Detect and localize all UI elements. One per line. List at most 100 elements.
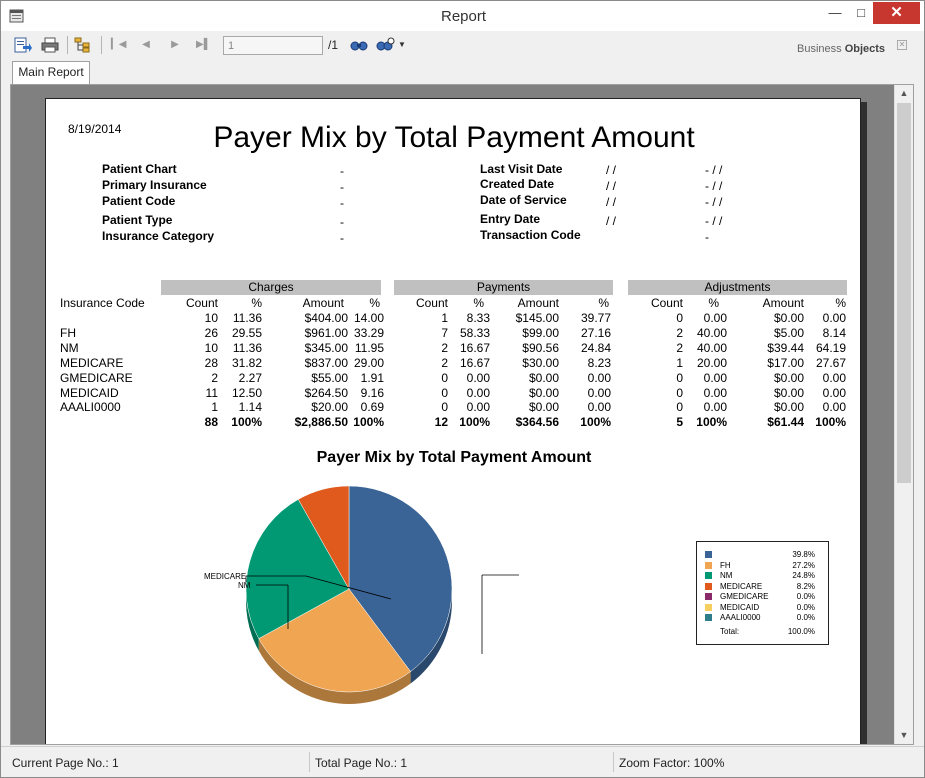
toolbar-separator	[67, 36, 68, 54]
total-cell: 100%	[696, 415, 727, 430]
criteria-value: -	[340, 180, 344, 194]
scroll-up-icon[interactable]: ▲	[895, 85, 913, 102]
table-cell: $145.00	[515, 311, 559, 325]
insurance-code-cell: MEDICARE	[60, 355, 124, 370]
table-cell: 33.29	[353, 325, 384, 340]
pie-callout-label: NM	[238, 581, 251, 590]
criteria-from: / /	[606, 163, 617, 177]
export-icon[interactable]	[12, 36, 32, 54]
table-cell: 0.00	[703, 400, 727, 415]
close-panel-icon[interactable]: ✕	[897, 40, 907, 50]
table-cell: 20.00	[696, 355, 727, 370]
table-cell: 1	[441, 311, 448, 325]
table-cell: 8.33	[466, 311, 490, 325]
total-cell: $364.56	[515, 415, 559, 430]
table-cell: 9.16	[360, 385, 384, 400]
legend-swatch	[705, 603, 712, 611]
criteria-value: -	[340, 196, 344, 210]
pie-callout-label: MEDICARE	[204, 572, 246, 581]
legend-value: 0.0%	[796, 613, 815, 622]
tab-main-report[interactable]: Main Report	[12, 61, 90, 84]
table-cell: 0.00	[466, 400, 490, 415]
table-cell: $0.00	[773, 370, 804, 385]
table-cell: 0.00	[587, 385, 611, 400]
minimize-button[interactable]: —	[821, 2, 849, 24]
table-cell: 10	[204, 311, 218, 325]
table-cell: 0	[676, 311, 683, 325]
table-cell: 2	[441, 340, 448, 355]
insurance-code-cell: AAALI0000	[60, 400, 121, 415]
legend-item: FH 27.2%	[705, 561, 823, 571]
criteria-from: / /	[606, 214, 617, 228]
insurance-code-cell: FH	[60, 325, 76, 340]
legend-swatch	[705, 593, 712, 600]
table-cell: 11	[205, 385, 218, 400]
table-cell: 0.69	[360, 400, 384, 415]
table-cell: $0.00	[773, 385, 804, 400]
table-cell: $39.44	[767, 340, 804, 355]
scroll-thumb[interactable]	[897, 103, 911, 483]
table-cell: 0	[441, 400, 448, 415]
vertical-scrollbar[interactable]: ▲ ▼	[894, 85, 913, 744]
legend-value: 0.0%	[796, 592, 815, 601]
table-cell: 64.19	[815, 340, 846, 355]
table-cell: 0.00	[703, 311, 727, 325]
table-cell: $17.00	[767, 355, 804, 370]
table-cell: 11.36	[232, 311, 262, 325]
zoom-icon[interactable]	[376, 36, 396, 54]
table-cell: 1	[676, 355, 683, 370]
table-cell: 39.77	[580, 311, 611, 325]
adjustments-amount-header: Amount	[762, 296, 804, 310]
table-cell: $404.00	[304, 311, 348, 325]
table-cell: 0	[441, 385, 448, 400]
last-page-icon[interactable]: ▶▌	[196, 37, 211, 53]
zoom-dropdown-chevron-icon[interactable]: ▼	[395, 37, 409, 53]
search-icon[interactable]	[349, 36, 369, 54]
insurance-code-header: Insurance Code	[60, 296, 145, 310]
criteria-value: -	[340, 231, 344, 245]
report-title: Payer Mix by Total Payment Amount	[213, 121, 695, 154]
table-cell: 0.00	[587, 370, 611, 385]
status-bar: Current Page No.: 1 Total Page No.: 1 Zo…	[1, 746, 924, 777]
table-cell: $345.00	[304, 340, 348, 355]
criteria-to: - / /	[705, 195, 723, 209]
table-cell: 26	[204, 325, 218, 340]
window-title: Report	[440, 8, 487, 25]
criteria-to: - / /	[705, 163, 723, 177]
criteria-to: - / /	[705, 214, 723, 228]
status-divider	[309, 752, 310, 772]
total-cell: 100%	[459, 415, 490, 430]
total-cell: 100%	[353, 415, 384, 430]
table-cell: 10	[204, 340, 218, 355]
table-cell: 29.00	[353, 355, 384, 370]
table-cell: 2	[676, 340, 683, 355]
criteria-to: - / /	[705, 179, 723, 193]
legend-label: GMEDICARE	[720, 592, 769, 601]
title-bar: Report — □ ✕	[0, 0, 925, 31]
criteria-label: Patient Type	[102, 213, 173, 227]
report-viewport[interactable]: 8/19/2014 Payer Mix by Total Payment Amo…	[11, 85, 894, 744]
page-number-input[interactable]	[223, 36, 323, 55]
first-page-icon[interactable]: ▎◀	[111, 37, 126, 53]
table-cell: 2	[441, 355, 448, 370]
chart-title: Payer Mix by Total Payment Amount	[316, 449, 592, 466]
next-page-icon[interactable]: ▶	[168, 37, 182, 53]
close-button[interactable]: ✕	[873, 2, 920, 24]
previous-page-icon[interactable]: ◀	[139, 37, 153, 53]
adjustments-pct-header: %	[708, 296, 719, 310]
legend-label: AAALI0000	[720, 613, 761, 622]
zoom-status: Zoom Factor: 100%	[619, 756, 725, 770]
criteria-label: Date of Service	[480, 193, 567, 207]
table-cell: 0.00	[587, 400, 611, 415]
maximize-button[interactable]: □	[847, 2, 875, 24]
insurance-code-cell: GMEDICARE	[60, 370, 133, 385]
group-tree-icon[interactable]	[73, 36, 93, 54]
print-icon[interactable]	[40, 36, 60, 54]
criteria-label: Primary Insurance	[102, 178, 207, 192]
table-cell: 8.23	[587, 355, 611, 370]
page-total-label: /1	[328, 38, 339, 52]
payments-amtpct-header: %	[598, 296, 609, 310]
table-cell: $0.00	[528, 385, 559, 400]
legend-item: AAALI0000 0.0%	[705, 613, 823, 623]
scroll-down-icon[interactable]: ▼	[895, 727, 913, 744]
